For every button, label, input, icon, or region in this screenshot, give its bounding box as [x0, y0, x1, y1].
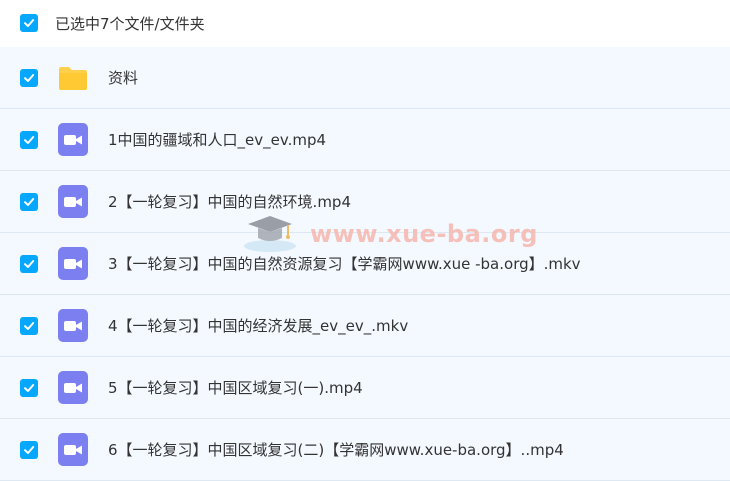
file-list: 资料 1中国的疆域和人口_ev_ev.mp4 2【一轮复习】中国的自然环境.mp… — [0, 47, 730, 481]
selection-header: 已选中7个文件/文件夹 — [0, 0, 730, 47]
video-file-icon — [58, 123, 88, 156]
file-name[interactable]: 资料 — [108, 67, 138, 88]
list-item-video[interactable]: 1中国的疆域和人口_ev_ev.mp4 — [0, 109, 730, 171]
checkmark-icon — [24, 384, 35, 392]
list-item-video[interactable]: 3【一轮复习】中国的自然资源复习【学霸网www.xue -ba.org】.mkv — [0, 233, 730, 295]
file-name[interactable]: 3【一轮复习】中国的自然资源复习【学霸网www.xue -ba.org】.mkv — [108, 253, 581, 274]
checkmark-icon — [24, 198, 35, 206]
checkmark-icon — [24, 446, 35, 454]
file-name[interactable]: 6【一轮复习】中国区域复习(二)【学霸网www.xue-ba.org】..mp4 — [108, 439, 564, 460]
checkmark-icon — [24, 19, 35, 27]
video-file-icon — [58, 247, 88, 280]
selected-count-label: 已选中7个文件/文件夹 — [55, 15, 205, 33]
video-file-icon — [58, 185, 88, 218]
item-checkbox[interactable] — [20, 69, 38, 87]
item-checkbox[interactable] — [20, 193, 38, 211]
video-file-icon — [58, 371, 88, 404]
file-name[interactable]: 1中国的疆域和人口_ev_ev.mp4 — [108, 129, 326, 150]
item-checkbox[interactable] — [20, 441, 38, 459]
checkmark-icon — [24, 260, 35, 268]
file-name[interactable]: 4【一轮复习】中国的经济发展_ev_ev_.mkv — [108, 315, 408, 336]
select-all-checkbox[interactable] — [20, 14, 38, 32]
item-checkbox[interactable] — [20, 317, 38, 335]
folder-icon — [59, 67, 87, 90]
item-checkbox[interactable] — [20, 379, 38, 397]
list-item-video[interactable]: 2【一轮复习】中国的自然环境.mp4 — [0, 171, 730, 233]
list-item-video[interactable]: 4【一轮复习】中国的经济发展_ev_ev_.mkv — [0, 295, 730, 357]
list-item-video[interactable]: 6【一轮复习】中国区域复习(二)【学霸网www.xue-ba.org】..mp4 — [0, 419, 730, 481]
item-checkbox[interactable] — [20, 131, 38, 149]
list-item-folder[interactable]: 资料 — [0, 47, 730, 109]
checkmark-icon — [24, 136, 35, 144]
checkmark-icon — [24, 74, 35, 82]
list-item-video[interactable]: 5【一轮复习】中国区域复习(一).mp4 — [0, 357, 730, 419]
video-file-icon — [58, 433, 88, 466]
file-name[interactable]: 5【一轮复习】中国区域复习(一).mp4 — [108, 377, 363, 398]
checkmark-icon — [24, 322, 35, 330]
video-file-icon — [58, 309, 88, 342]
file-name[interactable]: 2【一轮复习】中国的自然环境.mp4 — [108, 191, 351, 212]
item-checkbox[interactable] — [20, 255, 38, 273]
